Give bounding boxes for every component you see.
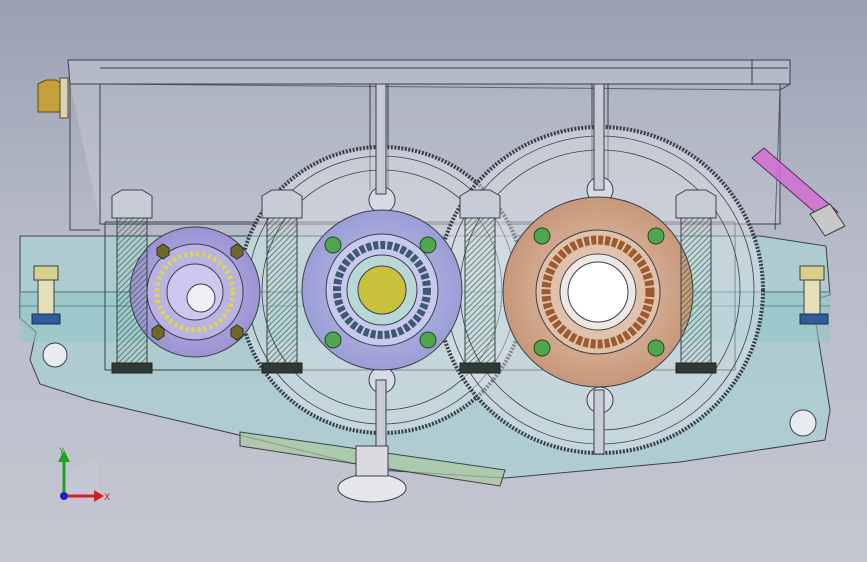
cap-bolt-head xyxy=(151,324,165,341)
cad-viewport[interactable]: Y X xyxy=(0,0,867,562)
intermediate-bearing-cap[interactable] xyxy=(301,209,463,371)
x-axis-label: X xyxy=(104,493,110,503)
bolt xyxy=(459,189,501,374)
cap-bolt-head xyxy=(156,243,170,260)
coordinate-triad-icon[interactable]: Y X xyxy=(58,447,110,503)
output-bearing-cap[interactable] xyxy=(502,196,694,388)
cap-bolt-head xyxy=(230,324,244,341)
bolt xyxy=(261,189,303,374)
bolt xyxy=(675,189,717,374)
input-bearing-cap[interactable] xyxy=(129,226,261,358)
y-axis-label: Y xyxy=(58,447,65,457)
gearbox-assembly-drawing[interactable]: Y X xyxy=(0,0,867,562)
vent-plug[interactable] xyxy=(37,77,69,119)
bolt xyxy=(111,189,153,374)
cap-bolt-head xyxy=(230,243,244,260)
